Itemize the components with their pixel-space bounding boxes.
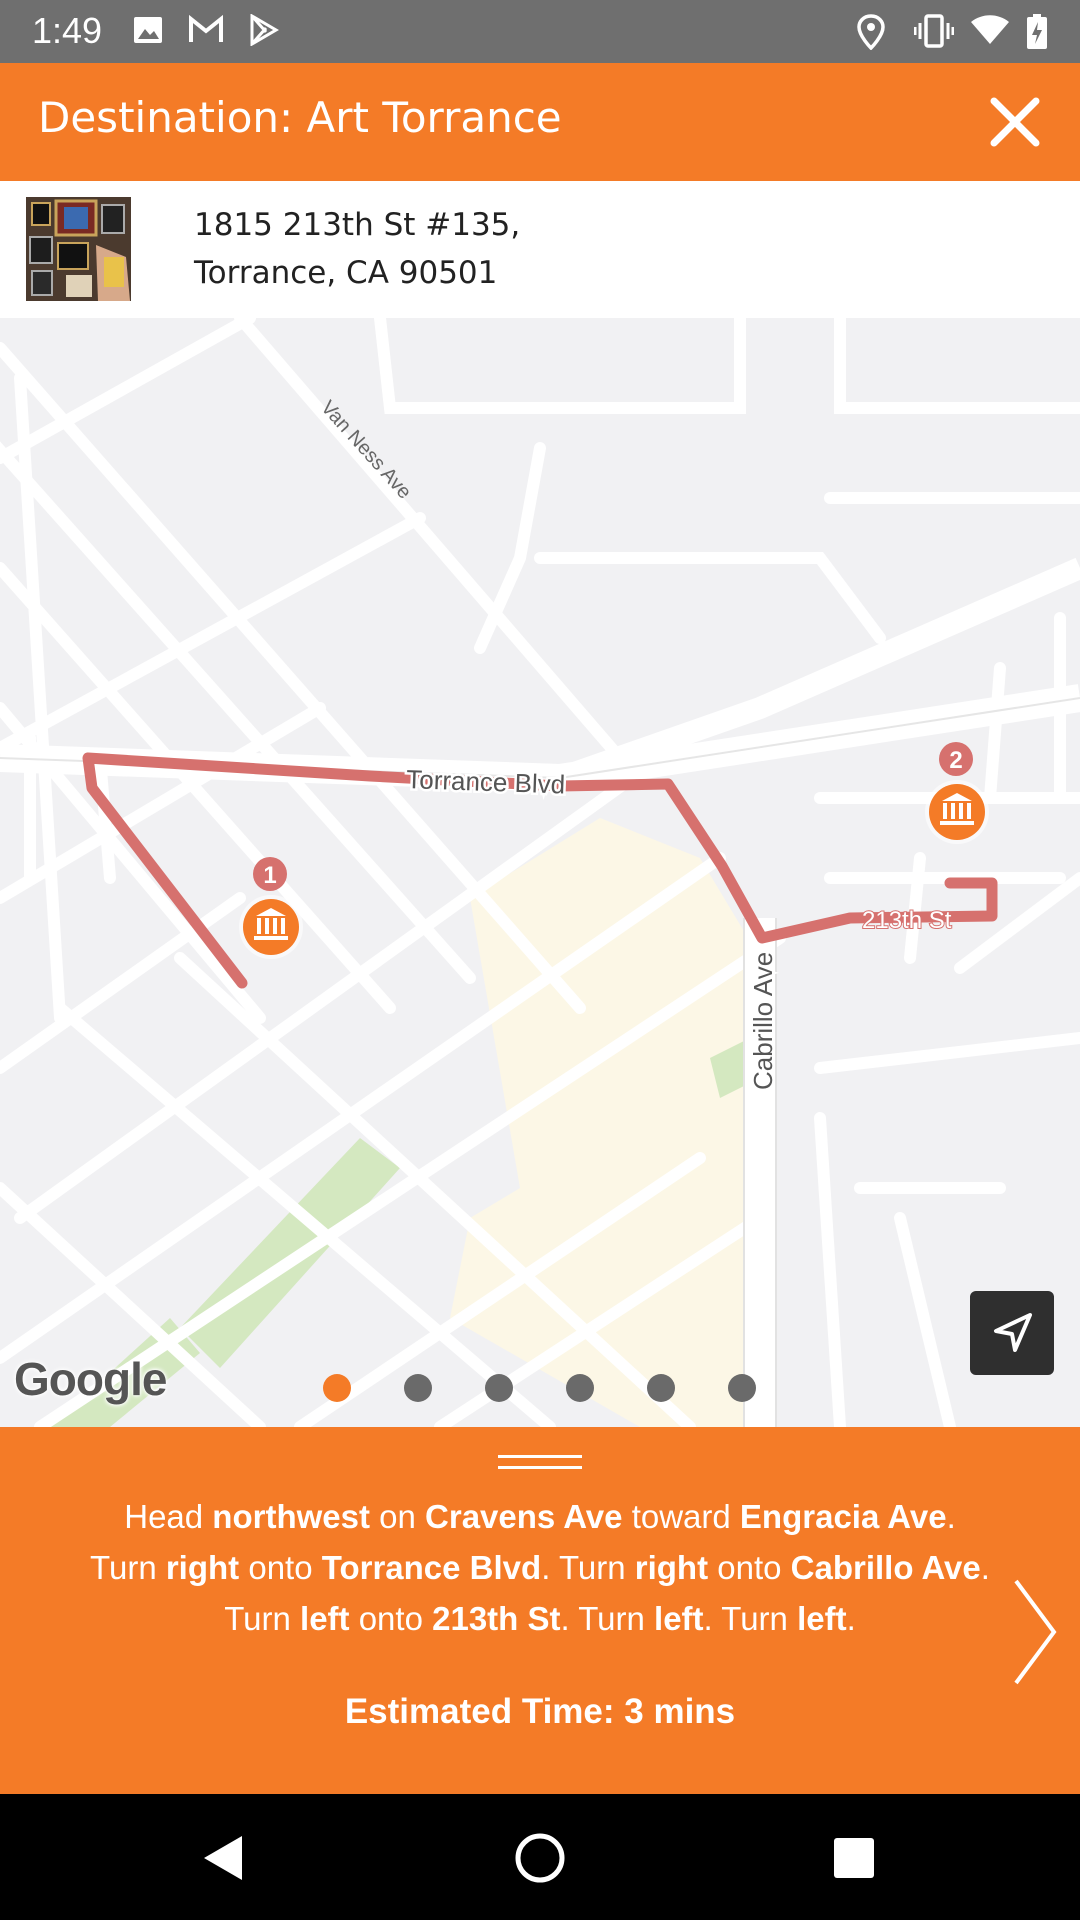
address-line-2: Torrance, CA 90501 (194, 255, 498, 291)
direction-instructions: Head northwest on Cravens Ave toward Eng… (90, 1498, 990, 1637)
marker-label-1: 1 (263, 862, 276, 889)
app-header: Destination: Art Torrance (0, 63, 1080, 181)
home-icon[interactable] (512, 1830, 568, 1886)
map-marker-1[interactable]: 1 (239, 857, 303, 959)
map-pager (0, 1374, 1080, 1404)
street-label-213th: 213th St (862, 907, 952, 934)
my-location-button[interactable] (970, 1291, 1054, 1375)
address-line-1: 1815 213th St #135, (194, 207, 521, 243)
map-view[interactable]: Van Ness Ave Torrance Blvd Cabrillo Ave … (0, 318, 1080, 1427)
pager-dot-3[interactable] (485, 1374, 513, 1402)
status-time: 1:49 (32, 10, 103, 51)
destination-thumbnail (26, 197, 131, 301)
play-store-icon (250, 14, 279, 46)
street-label-torrance-blvd: Torrance Blvd (406, 764, 566, 800)
pager-dot-2[interactable] (404, 1374, 432, 1402)
destination-address-card[interactable]: 1815 213th St #135, Torrance, CA 90501 (0, 181, 1080, 318)
recents-icon[interactable] (826, 1830, 882, 1886)
drag-handle[interactable] (498, 1455, 582, 1475)
map-canvas[interactable]: Van Ness Ave Torrance Blvd Cabrillo Ave … (0, 318, 1080, 1427)
pager-dot-4[interactable] (566, 1374, 594, 1402)
marker-label-2: 2 (949, 747, 962, 774)
pager-dot-1[interactable] (323, 1374, 351, 1402)
navigation-arrow-icon (994, 1313, 1032, 1352)
wifi-icon (971, 15, 1009, 44)
battery-icon (1027, 14, 1047, 49)
map-marker-2[interactable]: 2 (925, 742, 989, 844)
estimated-time: Estimated Time: 3 mins (344, 1692, 736, 1731)
gmail-icon (189, 14, 223, 42)
directions-panel: Head northwest on Cravens Ave toward Eng… (0, 1427, 1080, 1794)
vibrate-icon (914, 14, 954, 48)
chevron-right-icon[interactable] (1010, 1577, 1060, 1687)
address-text: 1815 213th St #135, Torrance, CA 90501 (194, 201, 520, 297)
image-icon (134, 17, 162, 43)
system-nav-bar (0, 1794, 1080, 1920)
status-bar: 1:49 (0, 0, 1080, 63)
back-icon[interactable] (196, 1830, 252, 1886)
pager-dot-6[interactable] (728, 1374, 756, 1402)
street-label-cabrillo: Cabrillo Ave (748, 952, 778, 1090)
location-icon (857, 14, 885, 50)
header-title: Destination: Art Torrance (38, 93, 562, 142)
pager-dot-5[interactable] (647, 1374, 675, 1402)
close-icon[interactable] (980, 87, 1050, 157)
